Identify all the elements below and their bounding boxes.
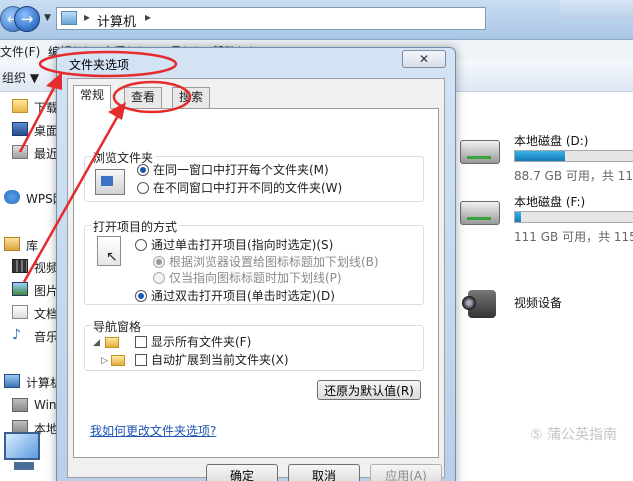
nav-label: 库 [26, 239, 39, 253]
hard-drive-icon [460, 140, 500, 164]
computer-folder-icon [61, 11, 77, 25]
radio-disabled-icon [153, 256, 165, 268]
folder-options-dialog: 文件夹选项 ✕ 常规 查看 搜索 浏览文件夹 在同一窗口中打开每个文件夹(M) … [56, 47, 456, 481]
close-icon: ✕ [418, 52, 430, 66]
restore-defaults-button[interactable]: 还原为默认值(R) [317, 380, 421, 400]
radio-unselected-icon [137, 182, 149, 194]
menu-file[interactable]: 文件(F) [0, 43, 40, 60]
library-icon [4, 237, 20, 251]
option-label: 显示所有文件夹(F) [151, 335, 252, 349]
radio-unselected-icon [135, 239, 147, 251]
close-button[interactable]: ✕ [402, 50, 446, 68]
video-device-label: 视频设备 [514, 296, 563, 310]
nav-label: 音乐 [34, 330, 59, 344]
chevron-right-icon[interactable]: ▸ [145, 10, 151, 24]
radio-underline-hover: 仅当指向图标标题时加下划线(P) [153, 271, 342, 287]
drive-free-space: 111 GB 可用，共 115 [514, 230, 633, 244]
browse-folders-icon [95, 169, 125, 195]
browse-folders-group: 浏览文件夹 在同一窗口中打开每个文件夹(M) 在不同窗口中打开不同的文件夹(W) [84, 149, 424, 202]
music-icon: ♪ [12, 327, 21, 343]
explorer-titlebar: ← → ▼ ▸ 计算机 ▸ [0, 0, 633, 40]
drive-f[interactable]: 本地磁盘 (F:) 111 GB 可用，共 115 [460, 191, 633, 251]
drive-d[interactable]: 本地磁盘 (D:) 88.7 GB 可用，共 119 [460, 130, 633, 190]
computer-large-icon [4, 432, 44, 474]
arrow-right-icon: → [20, 10, 34, 28]
general-tab-panel: 浏览文件夹 在同一窗口中打开每个文件夹(M) 在不同窗口中打开不同的文件夹(W)… [73, 108, 439, 458]
drive-name: 本地磁盘 (F:) [514, 195, 586, 209]
apply-button[interactable]: 应用(A) [370, 464, 442, 481]
computer-icon [4, 374, 20, 388]
cancel-button[interactable]: 取消 [288, 464, 360, 481]
folder-icon [111, 355, 125, 366]
option-label: 自动扩展到当前文件夹(X) [151, 353, 289, 367]
drive-usage-bar [514, 211, 633, 223]
group-title: 导航窗格 [91, 318, 144, 335]
radio-selected-icon [137, 164, 149, 176]
nav-label: 视频 [34, 261, 59, 275]
checkbox-auto-expand[interactable]: 自动扩展到当前文件夹(X) [135, 353, 289, 369]
drive-icon [12, 398, 28, 412]
help-link[interactable]: 我如何更改文件夹选项? [90, 422, 216, 439]
nav-label: 图片 [34, 284, 59, 298]
drive-name: 本地磁盘 (D:) [514, 134, 589, 148]
option-label: 在不同窗口中打开不同的文件夹(W) [153, 181, 343, 195]
hard-drive-icon [460, 201, 500, 225]
group-title: 打开项目的方式 [91, 218, 180, 235]
checkbox-icon [135, 354, 147, 366]
nav-label: 桌面 [34, 124, 59, 138]
desktop-icon [12, 122, 28, 136]
tab-general[interactable]: 常规 [73, 85, 112, 109]
dialog-body: 常规 查看 搜索 浏览文件夹 在同一窗口中打开每个文件夹(M) 在不同窗口中打开… [67, 78, 445, 481]
radio-new-window[interactable]: 在不同窗口中打开不同的文件夹(W) [137, 181, 342, 197]
nav-label: 最近 [34, 147, 59, 161]
documents-icon [12, 305, 28, 319]
navigation-pane-group: 导航窗格 ◢ ▷ 显示所有文件夹(F) 自动扩展到当前文件夹(X) [84, 318, 424, 371]
folder-icon [105, 337, 119, 348]
chevron-right-icon[interactable]: ▸ [84, 10, 90, 24]
open-items-group: 打开项目的方式 通过单击打开项目(指向时选定)(S) 根据浏览器设置给图标标题加… [84, 218, 424, 305]
recent-icon [12, 145, 28, 159]
window-caption-area [560, 0, 633, 20]
checkbox-show-all-folders[interactable]: 显示所有文件夹(F) [135, 335, 251, 351]
organize-button[interactable]: 组织 ▼ [2, 69, 39, 86]
tree-collapsed-icon: ▷ [101, 356, 108, 366]
option-label: 在同一窗口中打开每个文件夹(M) [153, 163, 329, 177]
ok-button[interactable]: 确定 [206, 464, 278, 481]
tab-search[interactable]: 搜索 [172, 87, 211, 108]
nav-label: 文档 [34, 307, 59, 321]
option-label: 通过单击打开项目(指向时选定)(S) [151, 238, 334, 252]
camcorder-icon [462, 282, 500, 324]
drive-free-space: 88.7 GB 可用，共 119 [514, 169, 633, 183]
video-device[interactable]: 视频设备 [460, 280, 633, 330]
watermark: ⑤ 蒲公英指南 [530, 427, 618, 443]
radio-single-click[interactable]: 通过单击打开项目(指向时选定)(S) [135, 238, 333, 254]
tree-expanded-icon: ◢ [93, 338, 100, 348]
cloud-icon [4, 190, 20, 204]
drive-usage-bar [514, 150, 633, 162]
address-bar[interactable]: ▸ 计算机 ▸ [56, 7, 486, 30]
tab-view[interactable]: 查看 [124, 87, 163, 108]
navigation-pane: 下载 桌面 最近 WPS网 库 视频 图片 文档 ♪ 音乐 计算机 Win7 本… [0, 92, 65, 481]
option-label: 仅当指向图标标题时加下划线(P) [169, 271, 342, 285]
radio-selected-icon [135, 290, 147, 302]
radio-double-click[interactable]: 通过双击打开项目(单击时选定)(D) [135, 289, 335, 305]
nav-label: 下载 [34, 101, 59, 115]
option-label: 根据浏览器设置给图标标题加下划线(B) [169, 255, 379, 269]
pictures-icon [12, 282, 28, 296]
history-dropdown-icon[interactable]: ▼ [44, 13, 51, 23]
address-breadcrumb-computer[interactable]: 计算机 [97, 11, 136, 30]
checkbox-icon [135, 336, 147, 348]
video-icon [12, 259, 28, 273]
radio-disabled-icon [153, 272, 165, 284]
folder-icon [12, 99, 28, 113]
radio-underline-browser: 根据浏览器设置给图标标题加下划线(B) [153, 255, 379, 271]
click-cursor-icon [97, 236, 121, 266]
radio-same-window[interactable]: 在同一窗口中打开每个文件夹(M) [137, 163, 329, 179]
option-label: 通过双击打开项目(单击时选定)(D) [151, 289, 335, 303]
dialog-title: 文件夹选项 [69, 58, 130, 72]
forward-button[interactable]: → [14, 6, 40, 32]
